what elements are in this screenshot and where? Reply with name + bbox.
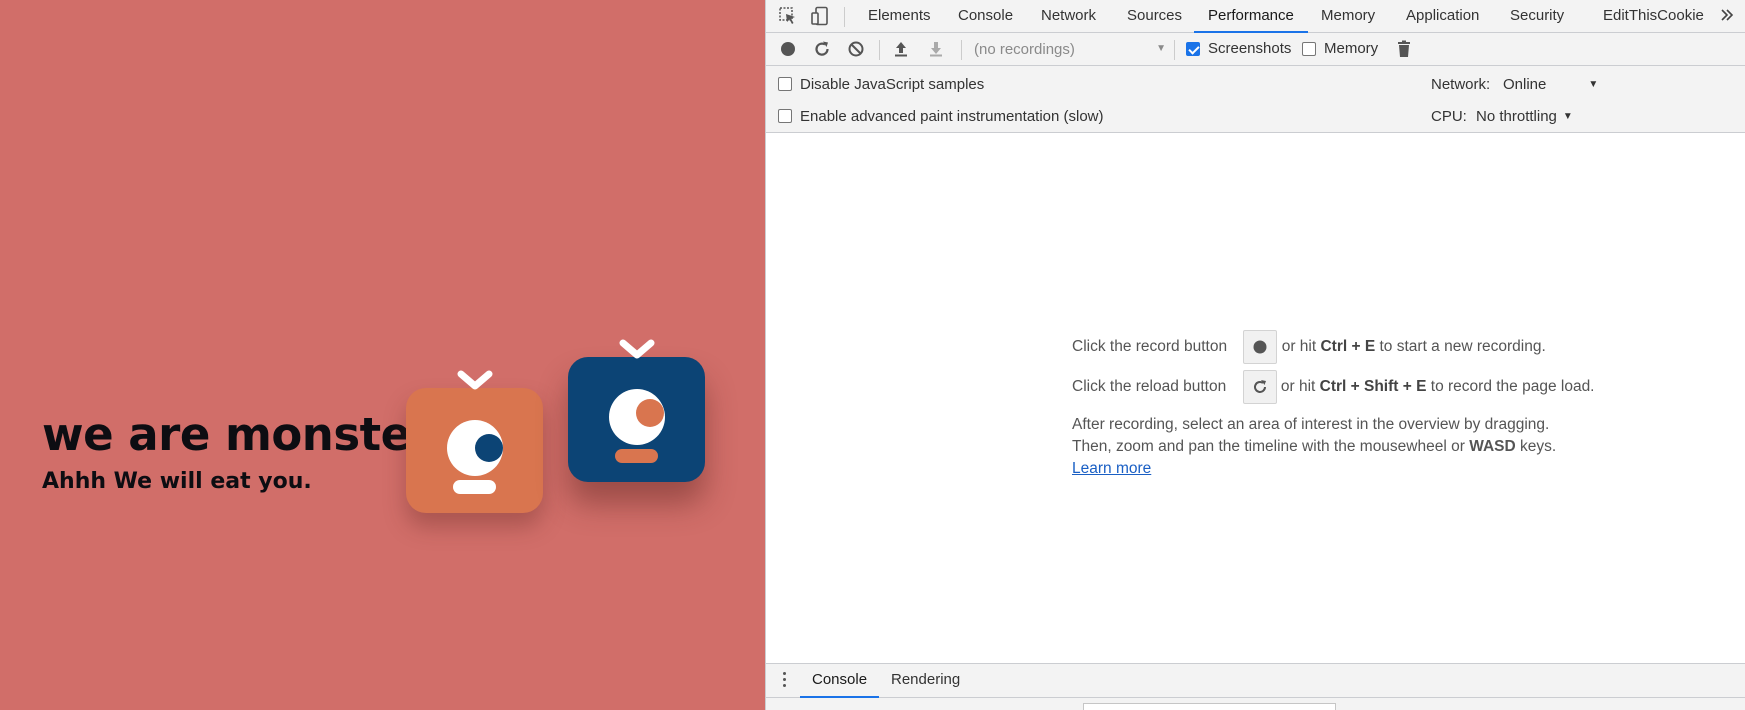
cpu-throttle-value: No throttling [1476, 108, 1557, 125]
drawer-tab-console[interactable]: Console [800, 664, 880, 698]
tab-console[interactable]: Console [958, 0, 1013, 33]
network-throttle-select[interactable]: Online ▼ [1503, 76, 1598, 93]
after-recording-line2-post: keys. [1520, 438, 1557, 455]
tab-memory[interactable]: Memory [1321, 0, 1375, 33]
recordings-select-value: (no recordings) [974, 41, 1075, 58]
record-hint-mid: or hit [1281, 338, 1317, 355]
network-throttle-value: Online [1503, 76, 1547, 93]
trash-icon[interactable] [1394, 39, 1414, 59]
tab-elements[interactable]: Elements [868, 0, 931, 33]
tab-security[interactable]: Security [1510, 0, 1564, 33]
dropdown-arrow-icon: ▼ [1562, 111, 1573, 122]
learn-more-link[interactable]: Learn more [1072, 460, 1151, 478]
console-toolbar [766, 699, 1745, 710]
toolbar-divider [844, 7, 845, 27]
record-hint-pre: Click the record button [1072, 338, 1228, 355]
cpu-throttle-select[interactable]: No throttling ▼ [1476, 108, 1573, 125]
clear-icon[interactable] [846, 39, 866, 59]
monster-mouth [453, 480, 496, 494]
drawer-tab-rendering[interactable]: Rendering [891, 664, 960, 698]
toolbar-divider [961, 40, 962, 60]
reload-hint-post: to record the page load. [1430, 378, 1595, 395]
toolbar-divider [879, 40, 880, 60]
screenshots-checkbox[interactable] [1186, 42, 1200, 56]
landing-reload-button[interactable] [1243, 370, 1277, 404]
orange-monster-illustration [406, 370, 543, 513]
memory-label[interactable]: Memory [1324, 40, 1378, 57]
recordings-select[interactable]: (no recordings) ▼ [974, 41, 1166, 58]
landing-record-button[interactable] [1243, 330, 1277, 364]
disable-js-samples-checkbox[interactable] [778, 77, 792, 91]
monster-pupil [636, 399, 664, 427]
blue-monster-illustration [568, 339, 705, 482]
monster-eye [609, 389, 665, 445]
console-filter-input[interactable] [1083, 703, 1336, 710]
page-title: we are monster [42, 408, 433, 461]
monster-mouth [615, 449, 658, 463]
drawer-menu-icon[interactable] [781, 672, 787, 690]
reload-hint-mid: or hit [1280, 378, 1316, 395]
monster-pupil [475, 434, 503, 462]
devtools-panel: Elements Console Network Sources Perform… [765, 0, 1745, 710]
drawer-tabbar: Console Rendering [766, 664, 1745, 698]
reload-record-icon[interactable] [812, 39, 832, 59]
network-label: Network: [1431, 76, 1491, 93]
after-recording-line2-pre: Then, zoom and pan the timeline with the… [1072, 438, 1465, 455]
advanced-paint-label[interactable]: Enable advanced paint instrumentation (s… [800, 108, 1104, 125]
antenna-icon [457, 370, 492, 390]
tab-performance[interactable]: Performance [1194, 0, 1308, 33]
save-profile-icon [930, 42, 942, 57]
performance-toolbar: (no recordings) ▼ Screenshots Memory [766, 33, 1745, 66]
record-icon [1253, 340, 1267, 354]
tab-sources[interactable]: Sources [1127, 0, 1182, 33]
tab-network[interactable]: Network [1041, 0, 1096, 33]
devtools-tabbar: Elements Console Network Sources Perform… [766, 0, 1745, 33]
setting-row: Disable JavaScript samples Network: Onli… [766, 70, 1745, 98]
record-icon[interactable] [778, 39, 798, 59]
dropdown-arrow-icon: ▼ [1156, 43, 1166, 54]
more-tabs-icon[interactable] [1719, 7, 1735, 23]
capture-settings: Disable JavaScript samples Network: Onli… [766, 66, 1745, 133]
antenna-icon [619, 339, 654, 359]
after-recording-line2: Then, zoom and pan the timeline with the… [1072, 436, 1556, 458]
record-shortcut: Ctrl + E [1320, 338, 1376, 355]
devtools-drawer: Console Rendering [766, 663, 1745, 710]
reload-icon [1254, 380, 1266, 393]
reload-hint: Click the reload button or hit Ctrl + Sh… [1072, 370, 1595, 404]
disable-js-samples-label[interactable]: Disable JavaScript samples [800, 76, 984, 93]
reload-hint-pre: Click the reload button [1072, 378, 1227, 395]
dropdown-arrow-icon: ▼ [1588, 79, 1599, 90]
cpu-label: CPU: [1431, 108, 1467, 125]
screenshots-label[interactable]: Screenshots [1208, 40, 1291, 57]
memory-checkbox[interactable] [1302, 42, 1316, 56]
record-hint-post: to start a new recording. [1379, 338, 1546, 355]
device-toolbar-icon[interactable] [810, 6, 830, 26]
advanced-paint-checkbox[interactable] [778, 109, 792, 123]
toolbar-divider [1174, 40, 1175, 60]
record-hint: Click the record button or hit Ctrl + E … [1072, 330, 1546, 364]
wasd-keys: WASD [1469, 438, 1516, 455]
after-recording-line1: After recording, select an area of inter… [1072, 416, 1550, 433]
web-page: we are monster Ahhh We will eat you. [0, 0, 765, 710]
tab-application[interactable]: Application [1406, 0, 1479, 33]
monster-eye [447, 420, 503, 476]
reload-shortcut: Ctrl + Shift + E [1319, 378, 1427, 395]
setting-row: Enable advanced paint instrumentation (s… [766, 102, 1745, 130]
load-profile-icon[interactable] [891, 39, 911, 59]
page-subtitle: Ahhh We will eat you. [42, 469, 312, 494]
inspect-element-icon[interactable] [778, 6, 798, 26]
after-recording-hint: After recording, select an area of inter… [1072, 414, 1556, 458]
tab-editthiscookie[interactable]: EditThisCookie [1603, 0, 1704, 33]
